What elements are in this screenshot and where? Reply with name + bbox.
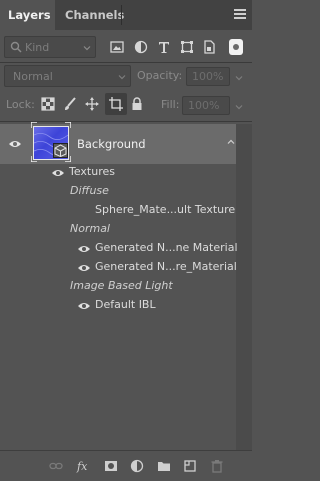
- 3d-layer-badge: [53, 143, 68, 158]
- chevron-down-icon[interactable]: [235, 103, 243, 111]
- texture-group-normal: Normal: [70, 222, 110, 235]
- kind-filter-dropdown[interactable]: Kind: [4, 36, 96, 58]
- svg-text:fx: fx: [76, 460, 88, 473]
- shape-filter-icon[interactable]: [180, 40, 194, 54]
- search-icon: [10, 41, 22, 53]
- trash-icon[interactable]: [210, 459, 224, 473]
- lock-icon[interactable]: [130, 97, 144, 111]
- textures-header[interactable]: Textures: [69, 165, 115, 178]
- texture-item[interactable]: Default IBL: [95, 298, 156, 311]
- tab-layers[interactable]: Layers: [0, 0, 55, 30]
- fill-label: Fill:: [161, 98, 180, 111]
- filter-toggle-icon[interactable]: [228, 38, 244, 56]
- adjustment-filter-icon[interactable]: [134, 40, 148, 54]
- chevron-down-icon: [83, 46, 91, 51]
- fill-value: 100%: [188, 99, 220, 112]
- eye-icon[interactable]: [77, 263, 91, 273]
- tab-divider: [121, 5, 122, 25]
- lock-label: Lock:: [6, 98, 35, 111]
- texture-item[interactable]: Generated N...re_Material: [95, 260, 237, 273]
- fx-icon[interactable]: fx: [76, 459, 92, 473]
- layers-panel: Layers Channels Kind Normal Opacity: 100…: [0, 0, 252, 481]
- opacity-label: Opacity:: [137, 69, 183, 82]
- folder-icon[interactable]: [157, 459, 171, 473]
- panel-footer: fx: [0, 450, 252, 481]
- kind-filter-label: Kind: [25, 41, 50, 54]
- cube-icon: [54, 144, 67, 157]
- type-filter-icon[interactable]: [157, 40, 171, 54]
- eye-icon[interactable]: [8, 139, 22, 149]
- texture-group-ibl: Image Based Light: [70, 279, 173, 292]
- move-icon[interactable]: [85, 97, 99, 111]
- link-layers-icon[interactable]: [49, 459, 63, 473]
- artboard-lock-icon[interactable]: [109, 97, 123, 111]
- eye-icon[interactable]: [51, 168, 65, 178]
- lock-row: Lock: Fill: 100%: [4, 93, 248, 116]
- filter-row: Kind: [4, 36, 248, 58]
- smart-object-filter-icon[interactable]: [202, 40, 216, 54]
- image-filter-icon[interactable]: [110, 40, 124, 54]
- panel-menu-icon[interactable]: [234, 9, 246, 21]
- new-layer-icon[interactable]: [183, 459, 197, 473]
- adjustment-layer-icon[interactable]: [130, 459, 144, 473]
- divider: [0, 62, 252, 63]
- opacity-field[interactable]: 100%: [186, 67, 230, 86]
- texture-item[interactable]: Generated N...ne Material: [95, 241, 238, 254]
- texture-group-diffuse: Diffuse: [70, 184, 109, 197]
- eye-icon[interactable]: [77, 301, 91, 311]
- blend-mode-value: Normal: [13, 70, 53, 83]
- lock-transparent-pixels-icon[interactable]: [41, 97, 55, 111]
- chevron-down-icon[interactable]: [235, 74, 243, 82]
- brush-icon[interactable]: [63, 97, 77, 111]
- add-mask-icon[interactable]: [104, 459, 118, 473]
- tab-bar: Layers Channels: [0, 0, 252, 30]
- layer-name[interactable]: Background: [77, 137, 146, 151]
- chevron-up-icon[interactable]: [227, 138, 235, 146]
- chevron-down-icon: [118, 75, 126, 80]
- fill-field[interactable]: 100%: [182, 96, 230, 115]
- texture-item[interactable]: Sphere_Mate...ult Texture: [95, 203, 235, 216]
- blend-row: Normal Opacity: 100%: [4, 65, 248, 87]
- eye-icon[interactable]: [77, 244, 91, 254]
- opacity-value: 100%: [192, 70, 224, 83]
- blend-mode-dropdown[interactable]: Normal: [4, 65, 131, 87]
- scrollbar[interactable]: [236, 124, 252, 450]
